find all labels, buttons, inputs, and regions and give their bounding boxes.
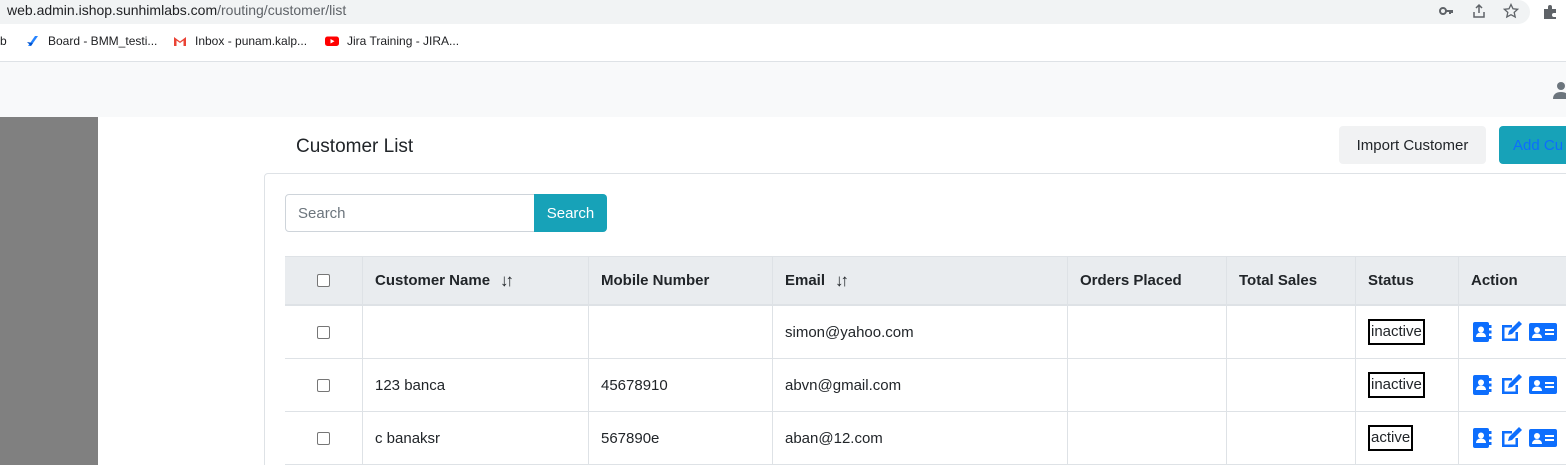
row-checkbox[interactable] [317,431,330,445]
page-title: Customer List [296,136,414,157]
contact-book-icon[interactable] [1471,427,1493,449]
header-customer-name[interactable]: Customer Name ↓↑ [363,257,589,304]
id-card-icon[interactable] [1529,374,1557,396]
orders-placed-cell [1068,359,1227,411]
search-input[interactable] [285,194,535,232]
youtube-icon [325,34,339,48]
table-row: 123 banca 45678910 abvn@gmail.com inacti… [285,359,1566,412]
extensions-puzzle-icon[interactable] [1542,4,1558,20]
bookmark-youtube[interactable]: Jira Training - JIRA... [325,34,459,48]
header-status: Status [1356,257,1459,304]
edit-icon[interactable] [1499,373,1523,397]
select-all-checkbox[interactable] [317,274,330,287]
gmail-icon [173,34,187,48]
id-card-icon[interactable] [1529,321,1557,343]
total-sales-cell [1227,306,1356,358]
import-customer-button[interactable]: Import Customer [1339,126,1486,164]
status-cell: inactive [1356,359,1459,411]
mobile-number-cell: 45678910 [589,359,773,411]
table-row: c banaksr 567890e aban@12.com active [285,412,1566,465]
header-total-sales: Total Sales [1227,257,1356,304]
status-badge: active [1368,425,1414,451]
action-cell [1459,412,1566,464]
key-icon[interactable] [1438,3,1454,19]
action-cell [1459,306,1566,358]
user-icon[interactable] [1552,81,1566,99]
sidebar [0,117,98,465]
header-action: Action [1471,272,1518,289]
sort-arrows-icon[interactable]: ↓↑ [500,271,514,291]
total-sales-cell [1227,412,1356,464]
contact-book-icon[interactable] [1471,374,1493,396]
customer-name-cell: 123 banca [363,359,589,411]
header-mobile-number: Mobile Number [589,257,773,304]
id-card-icon[interactable] [1529,427,1557,449]
orders-placed-cell [1068,412,1227,464]
email-cell: simon@yahoo.com [773,306,1068,358]
table-header-row: Customer Name ↓↑ Mobile Number Email ↓↑ Or… [285,256,1566,306]
add-customer-button[interactable]: Add Cu [1499,126,1566,164]
header-email[interactable]: Email ↓↑ [773,257,1068,304]
jira-board-icon [26,34,40,48]
address-bar[interactable]: web.admin.ishop.sunhimlabs.com/routing/c… [0,0,1530,24]
row-checkbox[interactable] [317,378,330,392]
row-select-cell [285,412,363,464]
star-bookmark-icon[interactable] [1502,2,1520,19]
status-cell: active [1356,412,1459,464]
edit-icon[interactable] [1499,426,1523,450]
bookmark-gmail[interactable]: Inbox - punam.kalp... [173,34,307,48]
mobile-number-cell [589,306,773,358]
total-sales-cell [1227,359,1356,411]
status-badge: inactive [1368,372,1425,398]
bookmark-board[interactable]: Board - BMM_testi... [26,34,157,48]
url-text[interactable]: web.admin.ishop.sunhimlabs.com/routing/c… [7,2,346,18]
share-icon[interactable] [1471,3,1487,19]
header-select-all-cell [285,257,363,304]
bookmarks-bar: b Board - BMM_testi... Inbox - punam.kal… [0,30,1566,54]
status-badge: inactive [1368,319,1425,345]
top-navbar [0,61,1566,117]
customer-name-cell [363,306,589,358]
mobile-number-cell: 567890e [589,412,773,464]
email-cell: aban@12.com [773,412,1068,464]
row-checkbox[interactable] [317,325,330,339]
edit-icon[interactable] [1499,320,1523,344]
table-row: simon@yahoo.com inactive [285,306,1566,359]
bookmark-item[interactable]: b [0,34,7,48]
sort-arrows-icon[interactable]: ↓↑ [835,271,849,291]
row-select-cell [285,359,363,411]
search-button[interactable]: Search [534,194,607,232]
status-cell: inactive [1356,306,1459,358]
row-select-cell [285,306,363,358]
orders-placed-cell [1068,306,1227,358]
header-orders-placed: Orders Placed [1068,257,1227,304]
action-cell [1459,359,1566,411]
contact-book-icon[interactable] [1471,321,1493,343]
customer-name-cell: c banaksr [363,412,589,464]
email-cell: abvn@gmail.com [773,359,1068,411]
